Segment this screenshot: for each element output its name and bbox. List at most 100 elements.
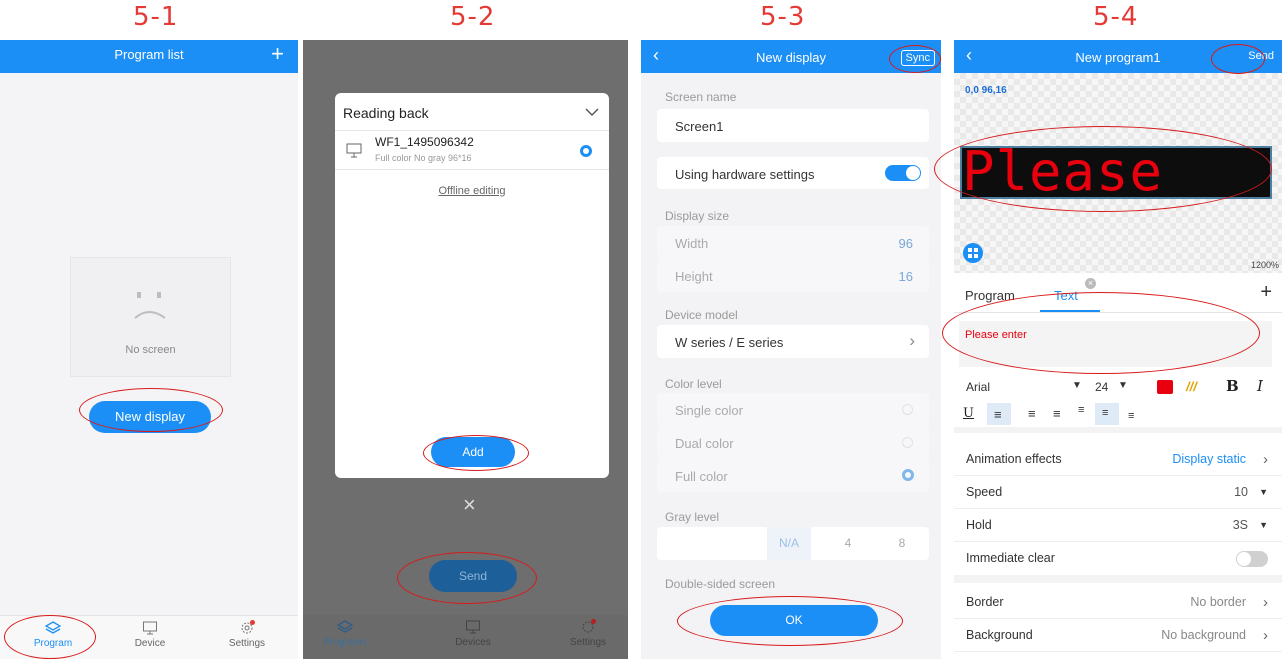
selected-radio[interactable] — [580, 145, 592, 157]
layers-icon — [45, 621, 61, 634]
animation-effects-row[interactable]: Animation effects Display static › — [954, 443, 1282, 476]
hardware-toggle[interactable] — [885, 165, 921, 181]
empty-state: No screen — [70, 257, 231, 377]
chevron-right-icon: › — [1263, 451, 1268, 468]
step-label: 5-1 — [133, 2, 179, 32]
device-model-value: W series / E series — [675, 335, 784, 350]
gray-option[interactable]: 8 — [887, 527, 917, 560]
tab-program[interactable]: Program — [965, 288, 1015, 303]
border-row[interactable]: Border No border › — [954, 586, 1282, 619]
color-option[interactable]: Single color — [657, 393, 929, 426]
send-button[interactable]: Send — [429, 560, 517, 592]
bold-icon[interactable]: B — [1226, 377, 1239, 395]
row-value: 3S — [1232, 518, 1248, 532]
background-row[interactable]: Background No background › — [954, 619, 1282, 652]
font-size-select[interactable]: 24 — [1095, 380, 1108, 394]
height-row: Height 16 — [657, 259, 929, 292]
gray-option[interactable]: 4 — [833, 527, 863, 560]
plus-icon[interactable]: + — [1260, 281, 1272, 304]
nav-devices[interactable]: Devices — [438, 619, 508, 648]
nav-label: Settings — [569, 637, 607, 648]
gear-icon — [582, 619, 596, 633]
nav-programs[interactable]: Programs — [310, 619, 380, 648]
nav-label: Programs — [323, 637, 367, 648]
color-level-label: Color level — [665, 377, 722, 391]
header-bar: ‹ New display Sync — [641, 40, 941, 73]
align-middle-icon[interactable]: ≡ — [1095, 403, 1119, 425]
gray-option-selected[interactable]: N/A — [767, 527, 811, 560]
grid-icon[interactable] — [963, 243, 983, 263]
radio — [902, 404, 913, 415]
italic-icon[interactable]: I — [1257, 377, 1263, 395]
row-label: Animation effects — [966, 452, 1062, 466]
monitor-icon — [346, 143, 362, 158]
row-label: Hold — [966, 518, 992, 532]
display-size-label: Display size — [665, 209, 730, 223]
hardware-settings-label: Using hardware settings — [675, 167, 815, 182]
radio — [902, 437, 913, 448]
tab-bar: Program Text × + — [954, 273, 1282, 313]
text-color-swatch[interactable] — [1157, 380, 1173, 394]
chevron-down-icon[interactable] — [585, 107, 599, 117]
color-option[interactable]: Dual color — [657, 426, 929, 459]
zoom-level: 1200% — [1250, 260, 1279, 270]
add-button[interactable]: Add — [431, 437, 515, 467]
nav-settings[interactable]: Settings — [553, 619, 623, 648]
chevron-right-icon: › — [1263, 627, 1268, 644]
row-label: Background — [966, 628, 1033, 642]
underline-icon[interactable]: U — [963, 406, 974, 421]
sync-button[interactable]: Sync — [900, 50, 935, 66]
new-display-screen: ‹ New display Sync Screen name Screen1 U… — [641, 40, 941, 659]
row-label: Speed — [966, 485, 1003, 499]
color-option[interactable]: Full color — [657, 459, 929, 492]
align-right-icon[interactable]: ≡ — [1053, 406, 1061, 421]
screen-name-label: Screen name — [665, 90, 737, 104]
color-option-label: Dual color — [675, 436, 734, 451]
align-bottom-icon[interactable]: ≡ — [1128, 410, 1134, 422]
new-display-button[interactable]: New display — [89, 401, 211, 433]
row-value: No background — [1161, 628, 1246, 642]
offline-editing-link[interactable]: Offline editing — [335, 185, 609, 197]
empty-text: No screen — [125, 344, 176, 356]
nav-label: Device — [134, 638, 166, 649]
screen-name-input[interactable]: Screen1 — [657, 109, 929, 142]
speed-row[interactable]: Speed 10 ▼ — [954, 476, 1282, 509]
caret-down-icon[interactable]: ▼ — [1118, 380, 1128, 391]
row-label: Immediate clear — [966, 551, 1055, 565]
align-center-icon[interactable]: ≡ — [1028, 406, 1036, 421]
height-value: 16 — [898, 269, 913, 284]
caret-down-icon: ▼ — [1259, 520, 1268, 530]
align-top-icon[interactable]: ≡ — [1078, 404, 1084, 416]
ok-button[interactable]: OK — [710, 605, 878, 636]
align-left-icon[interactable]: ≡ — [987, 403, 1011, 425]
bottom-nav: Programs Devices Settings — [303, 615, 628, 659]
close-tab-icon[interactable]: × — [1085, 278, 1096, 289]
nav-device[interactable]: Device — [115, 620, 185, 649]
format-toolbar: Arial ▼ 24 ▼ /// B I U ≡ ≡ ≡ ≡ ≡ ≡ — [954, 375, 1282, 433]
nav-program[interactable]: Program — [18, 620, 88, 649]
close-icon[interactable]: × — [463, 492, 476, 518]
nav-label: Settings — [228, 638, 266, 649]
nav-settings[interactable]: Settings — [212, 620, 282, 649]
caret-down-icon[interactable]: ▼ — [1072, 380, 1082, 391]
font-select[interactable]: Arial — [966, 380, 990, 394]
selected-radio — [902, 469, 914, 481]
page-title: New program1 — [1075, 50, 1161, 65]
monitor-icon — [143, 621, 157, 635]
send-button[interactable]: Send — [1248, 50, 1274, 62]
preview-canvas[interactable]: 0,0 96,16 Please 1200% — [954, 73, 1282, 273]
immediate-clear-toggle[interactable] — [1236, 551, 1268, 567]
text-content-input[interactable]: Please enter — [959, 321, 1272, 367]
hold-row[interactable]: Hold 3S ▼ — [954, 509, 1282, 542]
double-sided-label: Double-sided screen — [665, 577, 776, 591]
gradient-color-icon[interactable]: /// — [1186, 379, 1197, 394]
device-row[interactable]: WF1_1495096342 Full color No gray 96*16 — [335, 130, 609, 170]
nav-label: Program — [33, 638, 73, 649]
step-label: 5-4 — [1093, 2, 1139, 32]
color-option-label: Full color — [675, 469, 728, 484]
dialog-title: Reading back — [343, 105, 429, 121]
tab-text[interactable]: Text — [1054, 288, 1078, 303]
plus-icon[interactable]: + — [271, 42, 284, 66]
step-label: 5-2 — [450, 2, 496, 32]
device-model-row[interactable]: W series / E series › — [657, 325, 929, 358]
